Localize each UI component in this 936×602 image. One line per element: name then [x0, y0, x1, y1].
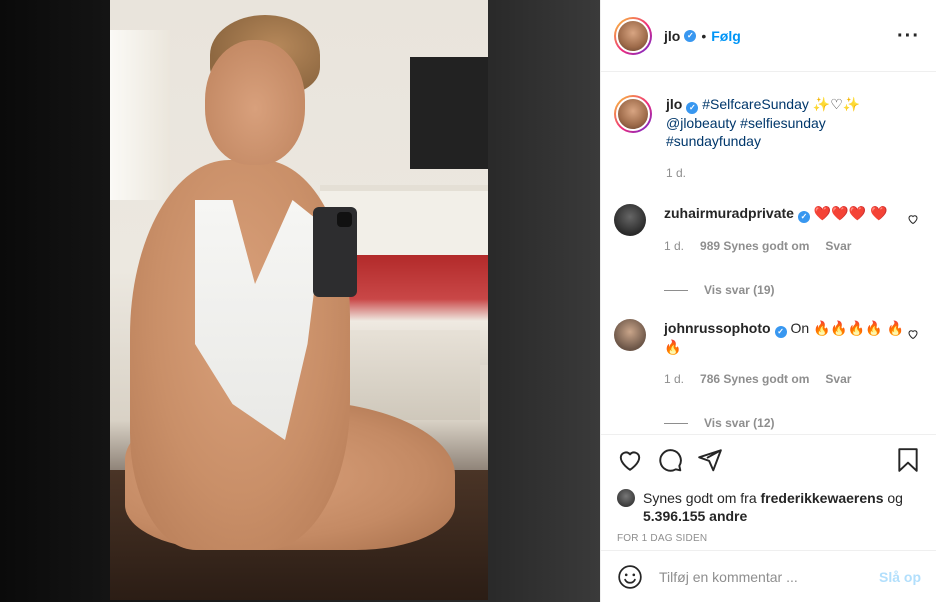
replies-divider-line [664, 289, 688, 291]
author-username[interactable]: jlo [664, 28, 680, 44]
likes-conjunction: og [887, 490, 903, 506]
bookmark-icon[interactable] [895, 447, 921, 473]
hashtag-link[interactable]: #sundayfunday [666, 133, 761, 149]
commenter-avatar[interactable] [614, 319, 646, 351]
comment-item: johnrussophoto ✓ On 🔥🔥🔥🔥 🔥🔥 1 d. 786 Syne… [614, 319, 920, 432]
post-side-panel: jlo ✓ • Følg ··· jlo ✓ #SelfcareSunday ✨♡… [600, 0, 936, 602]
comment-time[interactable]: 1 d. [664, 237, 684, 255]
verified-badge-icon: ✓ [774, 326, 787, 338]
reply-button[interactable]: Svar [825, 370, 851, 388]
add-comment-bar: Slå op [601, 550, 936, 602]
share-icon[interactable] [697, 447, 723, 473]
post-comment-button[interactable]: Slå op [879, 569, 921, 585]
author-avatar[interactable] [614, 16, 652, 55]
action-icons [617, 445, 921, 475]
comment-like-heart-icon[interactable] [906, 212, 920, 226]
verified-badge-icon: ✓ [686, 102, 699, 114]
hashtag-link[interactable]: #selfiesunday [740, 115, 826, 131]
post-header: jlo ✓ • Følg ··· [601, 0, 936, 72]
photo-window [110, 30, 170, 200]
comment-likes[interactable]: 786 Synes godt om [700, 370, 809, 388]
replies-divider-line [664, 422, 688, 424]
commenter-username[interactable]: zuhairmuradprivate [664, 205, 794, 221]
liker-avatar[interactable] [617, 489, 635, 507]
likes-prefix: Synes godt om fra [643, 490, 757, 506]
post-actions: Synes godt om fra frederikkewaerens og 5… [601, 434, 936, 550]
comment-likes[interactable]: 989 Synes godt om [700, 237, 809, 255]
commenter-avatar[interactable] [614, 204, 646, 236]
view-replies-label: Vis svar (12) [704, 416, 775, 430]
photo-figure-head [205, 40, 305, 165]
photo-tv [410, 57, 488, 169]
post-timestamp[interactable]: FOR 1 DAG SIDEN [617, 533, 921, 544]
mention-link[interactable]: @jlobeauty [666, 115, 736, 131]
view-replies-button[interactable]: Vis svar (19) [664, 281, 906, 299]
more-options-icon[interactable]: ··· [897, 26, 920, 46]
caption-time[interactable]: 1 d. [666, 164, 686, 182]
comment-input[interactable] [659, 568, 879, 585]
comment-item: zuhairmuradprivate ✓ ❤️❤️❤️ ❤️ 1 d. 989 S… [614, 204, 920, 299]
photo-phone [313, 207, 357, 297]
comments-list[interactable]: jlo ✓ #SelfcareSunday ✨♡✨ @jlobeauty #sel… [601, 72, 936, 434]
separator-dot: • [701, 27, 707, 44]
liker-username[interactable]: frederikkewaerens [761, 490, 884, 506]
comment-icon[interactable] [657, 447, 683, 473]
caption: jlo ✓ #SelfcareSunday ✨♡✨ @jlobeauty #sel… [614, 95, 920, 182]
emoji-icon[interactable] [617, 564, 643, 590]
view-replies-label: Vis svar (19) [704, 283, 775, 297]
caption-emoji: ✨♡✨ [812, 96, 861, 112]
follow-button[interactable]: Følg [711, 28, 741, 44]
likes-count[interactable]: 5.396.155 andre [643, 508, 747, 524]
comment-text: ❤️❤️❤️ ❤️ [813, 205, 888, 221]
commenter-username[interactable]: johnrussophoto [664, 320, 771, 336]
heart-icon[interactable] [617, 447, 643, 473]
verified-badge-icon: ✓ [797, 211, 810, 223]
hashtag-link[interactable]: #SelfcareSunday [702, 96, 809, 112]
photo-phone-camera [337, 212, 352, 227]
caption-avatar[interactable] [614, 95, 652, 133]
comment-like-heart-icon[interactable] [906, 327, 920, 341]
caption-username[interactable]: jlo [666, 96, 682, 112]
verified-badge-icon: ✓ [684, 29, 697, 42]
view-replies-button[interactable]: Vis svar (12) [664, 414, 906, 432]
comment-time[interactable]: 1 d. [664, 370, 684, 388]
reply-button[interactable]: Svar [825, 237, 851, 255]
post-image[interactable] [110, 0, 488, 600]
likes-summary: Synes godt om fra frederikkewaerens og 5… [617, 489, 921, 525]
